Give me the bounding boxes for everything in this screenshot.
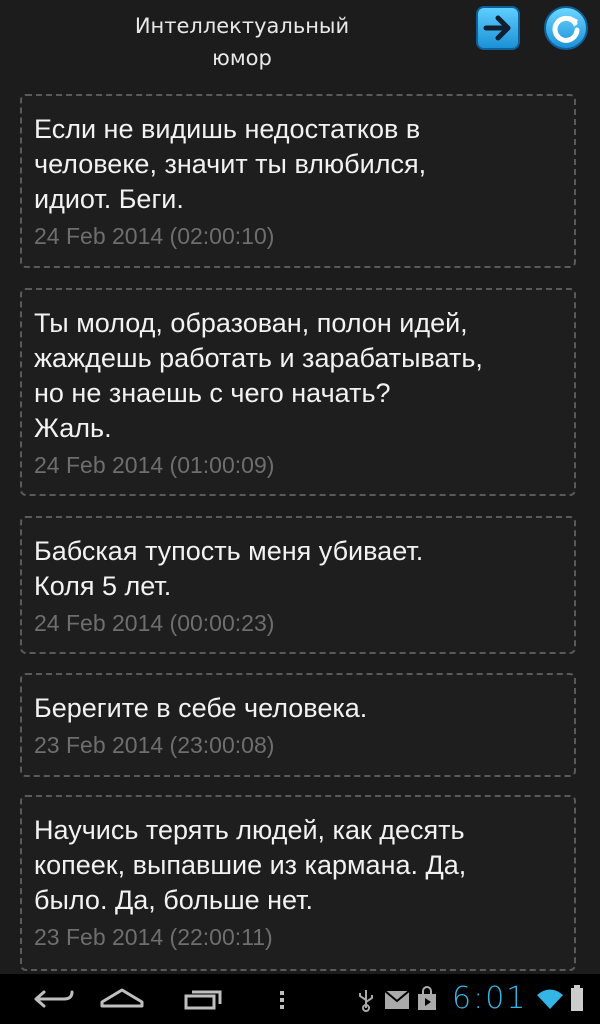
menu-dots-icon xyxy=(280,991,284,1009)
usb-icon xyxy=(359,990,373,1012)
gmail-icon xyxy=(384,990,410,1009)
next-button[interactable] xyxy=(474,4,522,52)
status-clock: 6:01 xyxy=(452,981,528,1016)
list-item[interactable]: Ты молод, образован, полон идей, жаждешь… xyxy=(20,288,576,496)
post-date: 24 Feb 2014 (00:00:23) xyxy=(34,610,275,636)
page-title: Интеллектуальный юмор xyxy=(134,14,350,70)
post-date: 24 Feb 2014 (02:00:10) xyxy=(34,223,275,249)
post-text: Если не видишь недостатков в человеке, з… xyxy=(34,114,427,214)
post-text: Берегите в себе человека. xyxy=(34,693,368,723)
list-item[interactable]: Берегите в себе человека. 23 Feb 2014 (2… xyxy=(20,673,576,777)
list-item[interactable]: Если не видишь недостатков в человеке, з… xyxy=(20,94,576,268)
posts-list[interactable]: Если не видишь недостатков в человеке, з… xyxy=(0,88,600,974)
post-date: 23 Feb 2014 (23:00:08) xyxy=(34,732,275,758)
wifi-icon xyxy=(537,989,563,1009)
menu-button[interactable] xyxy=(272,974,292,1024)
battery-icon xyxy=(571,985,583,1011)
post-date: 23 Feb 2014 (22:00:11) xyxy=(34,924,273,950)
refresh-button[interactable] xyxy=(542,4,590,52)
system-navbar: 6:01 xyxy=(0,974,600,1024)
shop-icon xyxy=(418,986,436,1010)
home-button[interactable] xyxy=(96,974,148,1024)
app-screen: Интеллектуальный юмор Если не видишь нед… xyxy=(0,0,600,1024)
home-icon xyxy=(100,988,144,1008)
post-date: 24 Feb 2014 (01:00:09) xyxy=(34,452,275,478)
post-text: Бабская тупость меня убивает. Коля 5 лет… xyxy=(34,536,424,601)
list-item[interactable]: Бабская тупость меня убивает. Коля 5 лет… xyxy=(20,516,576,654)
post-text: Научись терять людей, как десять копеек,… xyxy=(34,815,467,915)
arrow-right-icon xyxy=(476,6,520,50)
refresh-icon xyxy=(544,6,588,50)
recent-apps-icon xyxy=(184,990,222,1010)
back-button[interactable] xyxy=(22,974,84,1024)
list-item[interactable]: Научись терять людей, как десять копеек,… xyxy=(20,795,576,971)
header: Интеллектуальный юмор xyxy=(0,0,600,88)
back-icon xyxy=(34,990,74,1008)
post-text: Ты молод, образован, полон идей, жаждешь… xyxy=(34,308,483,443)
recent-apps-button[interactable] xyxy=(180,974,228,1024)
